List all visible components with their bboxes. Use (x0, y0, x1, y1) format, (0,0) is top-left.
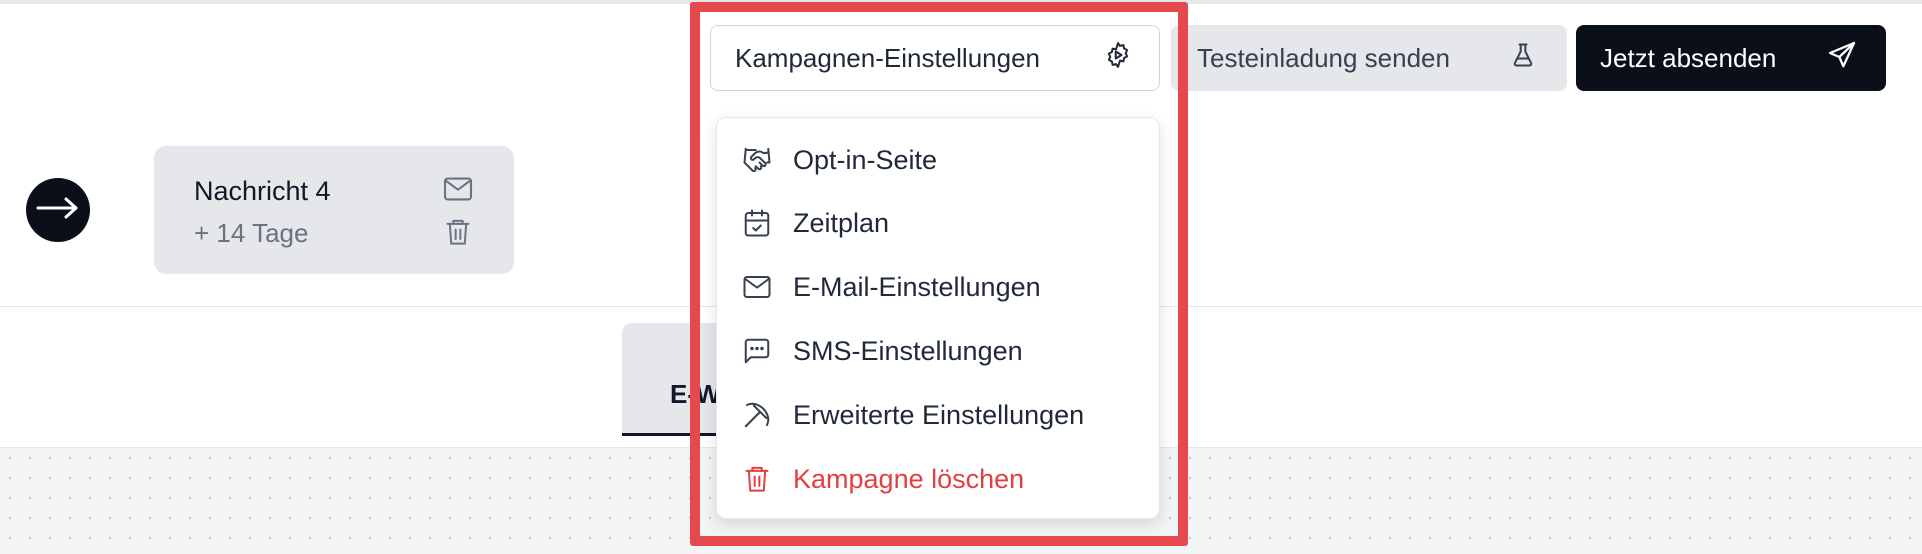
message-title: Nachricht 4 (194, 176, 331, 206)
menu-item-delete-campaign[interactable]: Kampagne löschen (717, 451, 1159, 507)
flask-icon (1509, 40, 1537, 77)
trash-icon (741, 463, 773, 495)
paper-plane-icon (1826, 39, 1858, 78)
pickaxe-icon (741, 399, 773, 431)
chat-bubble-icon (741, 335, 773, 367)
menu-item-label: Zeitplan (793, 207, 890, 238)
trash-icon[interactable] (444, 216, 472, 253)
campaign-settings-menu: Opt-in-Seite Zeitplan E-Mail-Einstellung… (716, 117, 1160, 519)
message-card[interactable]: Nachricht 4 + 14 Tage (154, 146, 514, 274)
campaign-settings-button[interactable]: Kampagnen-Einstellungen (710, 25, 1160, 91)
message-delay: + 14 Tage (194, 218, 309, 248)
menu-item-label: Opt-in-Seite (793, 144, 938, 175)
timeline-start-node[interactable] (26, 178, 90, 242)
arrow-right-icon (35, 196, 81, 225)
send-test-invite-label: Testeinladung senden (1197, 42, 1450, 73)
menu-item-label: SMS-Einstellungen (793, 335, 1023, 366)
menu-item-label: Erweiterte Einstellungen (793, 399, 1085, 430)
menu-item-label: E-Mail-Einstellungen (793, 271, 1041, 302)
send-test-invite-button[interactable]: Testeinladung senden (1171, 25, 1567, 91)
gear-play-icon (1103, 40, 1133, 77)
mail-icon[interactable] (442, 176, 474, 207)
menu-item-opt-in[interactable]: Opt-in-Seite (717, 132, 1159, 188)
menu-item-schedule[interactable]: Zeitplan (717, 195, 1159, 251)
campaign-header: Kampagnen-Einstellungen Testeinladung se… (0, 4, 1922, 113)
send-now-label: Jetzt absenden (1600, 42, 1777, 73)
menu-item-label: Kampagne löschen (793, 463, 1025, 494)
mail-icon (741, 271, 773, 303)
send-now-button[interactable]: Jetzt absenden (1576, 25, 1886, 91)
menu-item-sms-settings[interactable]: SMS-Einstellungen (717, 323, 1159, 379)
email-tab-label: E-W (670, 379, 721, 409)
menu-item-advanced-settings[interactable]: Erweiterte Einstellungen (717, 387, 1159, 443)
calendar-check-icon (741, 207, 773, 239)
menu-item-email-settings[interactable]: E-Mail-Einstellungen (717, 259, 1159, 315)
campaign-settings-label: Kampagnen-Einstellungen (735, 42, 1040, 73)
handshake-icon (741, 144, 773, 176)
